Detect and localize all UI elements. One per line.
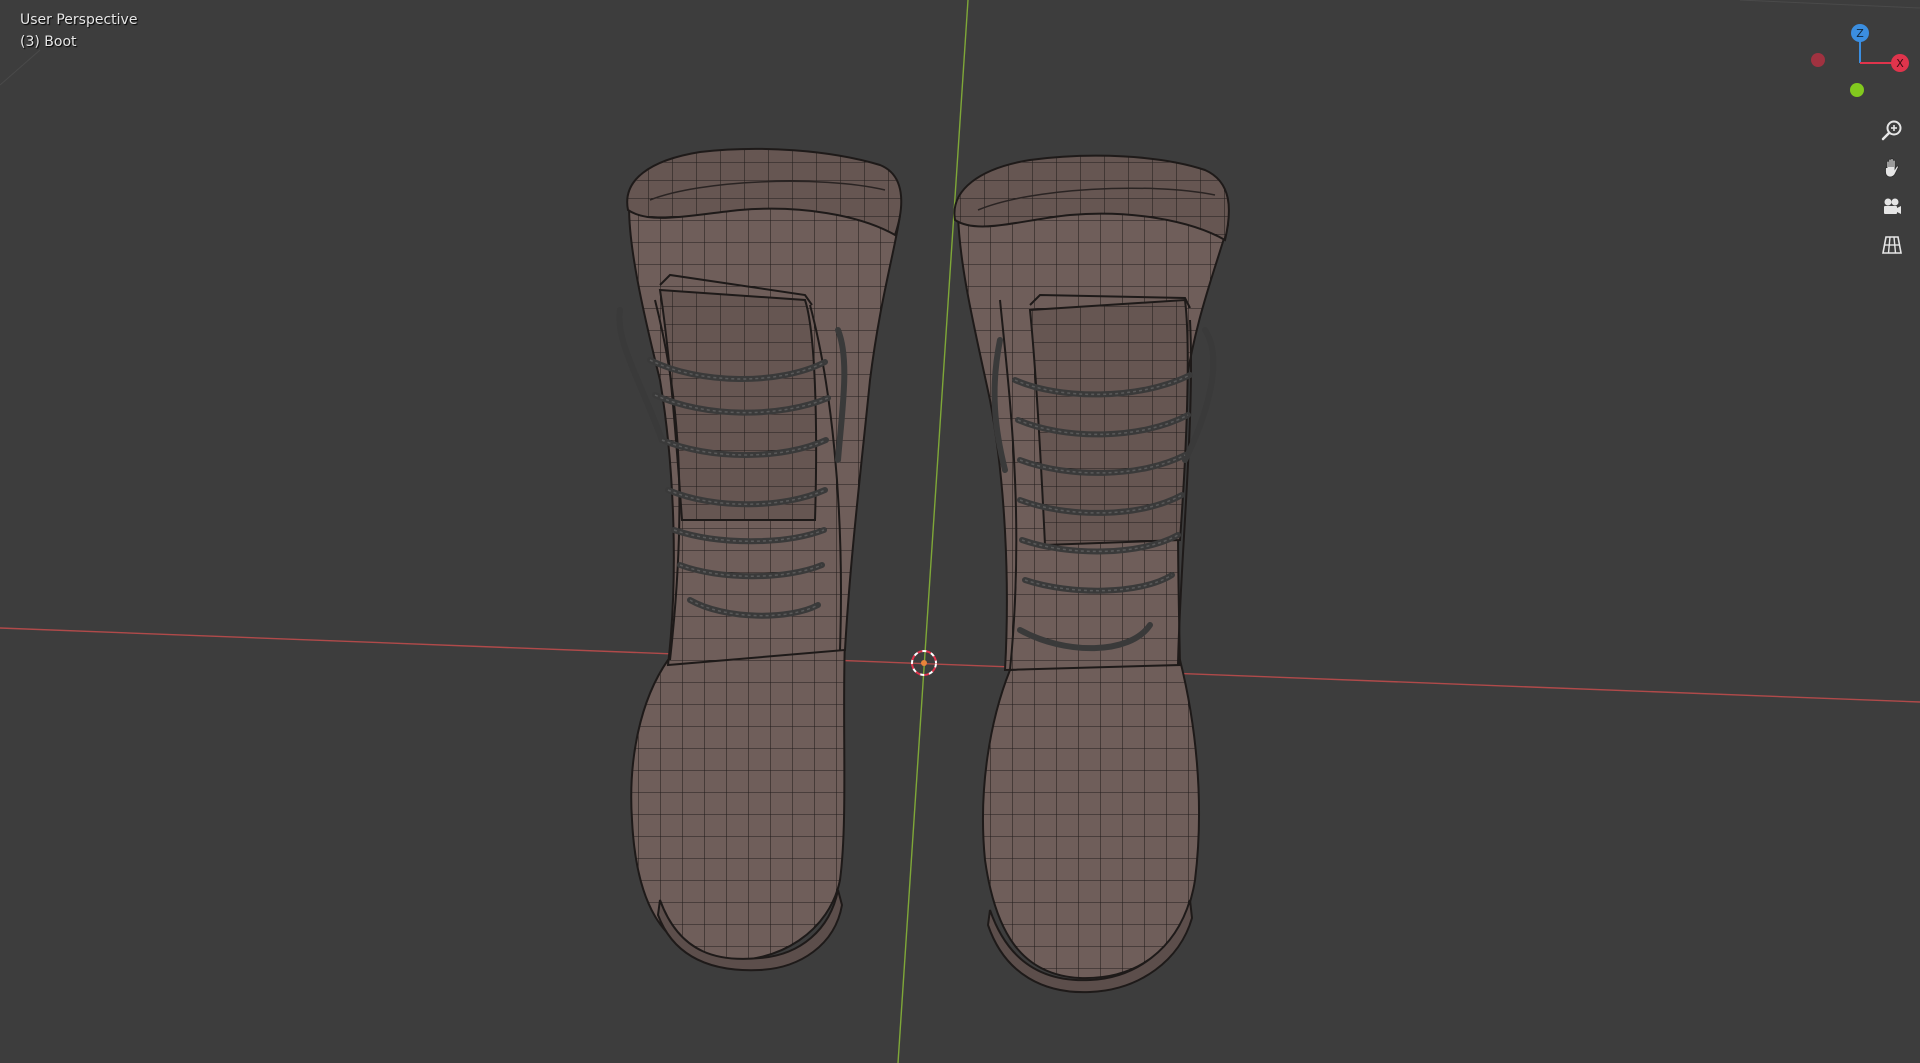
- scene-canvas[interactable]: [0, 0, 1920, 1063]
- y-axis-line: [897, 0, 969, 1063]
- y-axis-handle[interactable]: [1850, 83, 1864, 97]
- axis-navigation-gizmo[interactable]: Z X: [1800, 18, 1920, 98]
- pan-button[interactable]: [1877, 153, 1907, 183]
- pan-hand-icon: [1885, 158, 1899, 178]
- perspective-guide-line: [1739, 0, 1920, 9]
- x-axis-line: [0, 627, 1920, 703]
- camera-icon: [1884, 198, 1901, 214]
- neg-x-axis-handle[interactable]: [1811, 53, 1825, 67]
- left-boot-mesh[interactable]: [616, 147, 903, 972]
- x-axis-label: X: [1896, 57, 1904, 70]
- perspective-grid-icon: [1882, 236, 1902, 254]
- camera-view-button[interactable]: [1877, 192, 1907, 222]
- z-axis-handle[interactable]: Z: [1851, 24, 1869, 42]
- perspective-guide-line: [0, 49, 41, 86]
- perspective-toggle-button[interactable]: [1877, 230, 1907, 260]
- 3d-viewport[interactable]: User Perspective (3) Boot Z X: [0, 0, 1920, 1063]
- x-axis-handle[interactable]: X: [1891, 54, 1909, 72]
- zoom-button[interactable]: [1877, 115, 1907, 145]
- zoom-icon: [1881, 120, 1902, 141]
- z-axis-label: Z: [1856, 27, 1864, 40]
- active-object-label: (3) Boot: [20, 34, 77, 50]
- right-boot-mesh[interactable]: [953, 154, 1230, 994]
- view-mode-label: User Perspective: [20, 12, 138, 28]
